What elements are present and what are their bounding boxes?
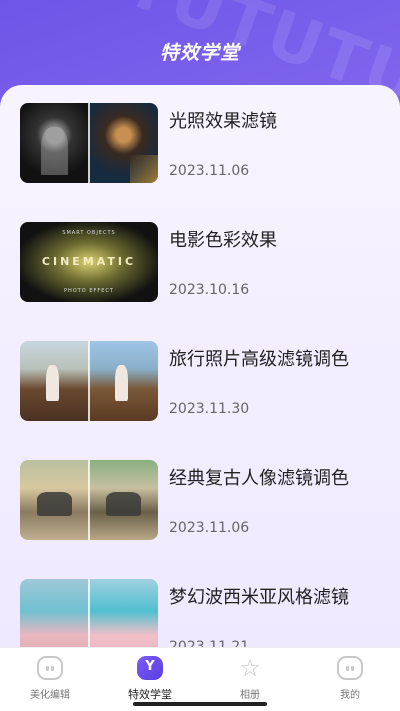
tab-label: 我的 [340, 690, 360, 701]
list-item[interactable]: SMART OBJECTS CINEMATIC PHOTO EFFECT 电影色… [20, 222, 390, 302]
tab-label: 美化编辑 [30, 690, 70, 701]
header: TUTUTU 特效学堂 [0, 0, 400, 96]
star-face-icon: ☆ [239, 654, 261, 682]
tab-mine[interactable]: 我的 [300, 648, 400, 711]
page-title: 特效学堂 [159, 42, 240, 64]
tab-label: 相册 [240, 690, 260, 701]
face-icon [37, 656, 63, 680]
list-item[interactable]: 旅行照片高级滤镜调色 2023.11.30 [20, 341, 390, 421]
y-badge-icon: Y [137, 656, 163, 680]
article-date: 2023.11.06 [169, 520, 250, 536]
article-date: 2023.11.21 [169, 639, 250, 647]
tab-beautify-edit[interactable]: 美化编辑 [0, 648, 100, 711]
article-list[interactable]: 光照效果滤镜 2023.11.06 SMART OBJECTS CINEMATI… [0, 85, 400, 647]
thumb-text-main: CINEMATIC [41, 255, 137, 268]
article-title[interactable]: 光照效果滤镜 [169, 107, 277, 133]
article-title[interactable]: 梦幻波西米亚风格滤镜 [169, 583, 349, 609]
home-indicator [133, 702, 267, 706]
article-date: 2023.11.30 [169, 401, 250, 417]
face-icon [337, 656, 363, 680]
list-item[interactable]: 光照效果滤镜 2023.11.06 [20, 103, 390, 183]
list-item[interactable]: 经典复古人像滤镜调色 2023.11.06 [20, 460, 390, 540]
tab-label: 特效学堂 [128, 688, 172, 701]
article-thumbnail[interactable] [20, 341, 158, 421]
article-title[interactable]: 经典复古人像滤镜调色 [169, 464, 349, 490]
article-thumbnail[interactable] [20, 103, 158, 183]
article-title[interactable]: 电影色彩效果 [169, 226, 277, 252]
article-thumbnail[interactable]: SMART OBJECTS CINEMATIC PHOTO EFFECT [20, 222, 158, 302]
article-thumbnail[interactable] [20, 460, 158, 540]
article-title[interactable]: 旅行照片高级滤镜调色 [169, 345, 349, 371]
article-date: 2023.10.16 [169, 282, 250, 298]
thumb-text-top: SMART OBJECTS [62, 230, 116, 236]
thumb-text-bottom: PHOTO EFFECT [64, 288, 114, 294]
article-thumbnail[interactable] [20, 579, 158, 647]
list-item[interactable]: 梦幻波西米亚风格滤镜 2023.11.21 [20, 579, 390, 647]
article-date: 2023.11.06 [169, 163, 250, 179]
